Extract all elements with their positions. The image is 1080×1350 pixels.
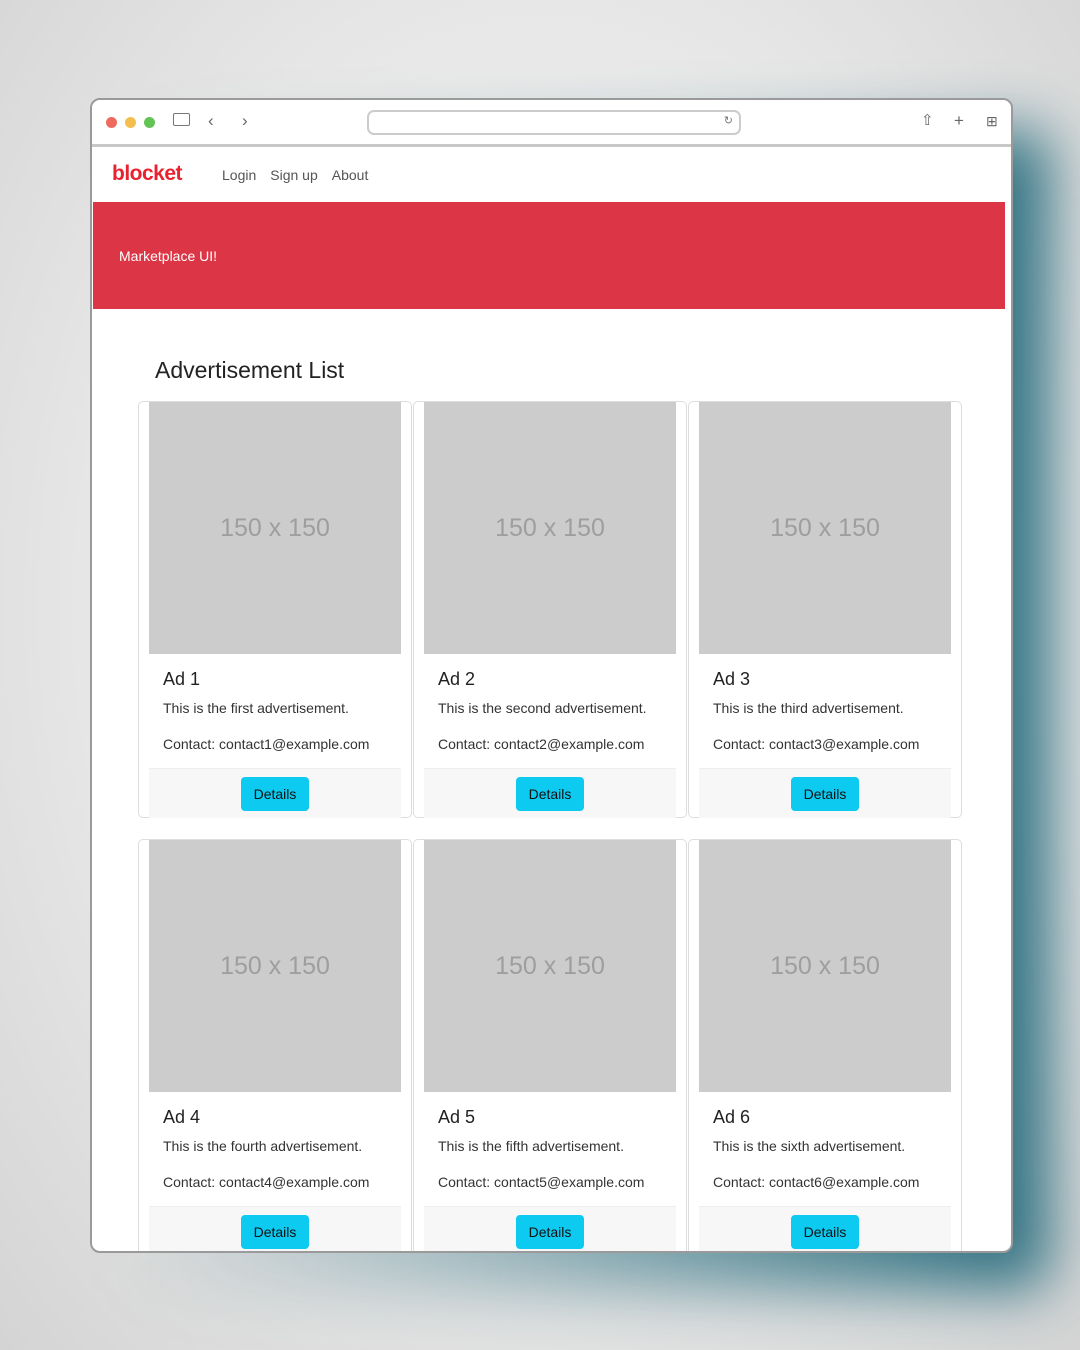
close-window-button[interactable] xyxy=(106,117,117,128)
ad-description: This is the first advertisement. xyxy=(163,700,349,716)
ad-description: This is the fourth advertisement. xyxy=(163,1138,363,1154)
ad-card: 150 x 150 Ad 6 This is the sixth adverti… xyxy=(688,839,962,1251)
ad-image-placeholder: 150 x 150 xyxy=(149,402,401,654)
tab-overview-icon[interactable]: ⊞ xyxy=(986,113,998,130)
placeholder-label: 150 x 150 xyxy=(770,513,880,542)
ad-contact: Contact: contact1@example.com xyxy=(163,736,370,752)
forward-icon[interactable]: › xyxy=(242,111,248,131)
ad-contact: Contact: contact2@example.com xyxy=(438,736,645,752)
ad-image-placeholder: 150 x 150 xyxy=(424,402,676,654)
minimize-window-button[interactable] xyxy=(125,117,136,128)
ad-contact: Contact: contact6@example.com xyxy=(713,1174,920,1190)
nav-signup[interactable]: Sign up xyxy=(270,167,317,183)
card-footer: Details xyxy=(699,1206,951,1251)
navbar: blocket Login Sign up About xyxy=(93,149,1005,202)
placeholder-label: 150 x 150 xyxy=(220,513,330,542)
ad-title: Ad 1 xyxy=(163,669,201,689)
ad-contact: Contact: contact5@example.com xyxy=(438,1174,645,1190)
placeholder-label: 150 x 150 xyxy=(495,951,605,980)
ad-image-placeholder: 150 x 150 xyxy=(699,840,951,1092)
details-button[interactable]: Details xyxy=(241,777,309,811)
page-content: blocket Login Sign up About Marketplace … xyxy=(93,149,1005,1251)
details-button[interactable]: Details xyxy=(791,1215,859,1249)
ad-description: This is the third advertisement. xyxy=(713,700,904,716)
card-footer: Details xyxy=(424,1206,676,1251)
placeholder-label: 150 x 150 xyxy=(220,951,330,980)
browser-toolbar: ‹ › ↻ ⇧ + ⊞ xyxy=(92,100,1011,147)
ad-image-placeholder: 150 x 150 xyxy=(149,840,401,1092)
placeholder-label: 150 x 150 xyxy=(495,513,605,542)
ad-contact: Contact: contact3@example.com xyxy=(713,736,920,752)
share-icon[interactable]: ⇧ xyxy=(921,111,934,129)
ad-card: 150 x 150 Ad 2 This is the second advert… xyxy=(413,401,687,818)
address-bar[interactable]: ↻ xyxy=(367,110,741,135)
ad-description: This is the second advertisement. xyxy=(438,700,647,716)
page-title: Advertisement List xyxy=(155,357,345,383)
placeholder-label: 150 x 150 xyxy=(770,951,880,980)
ad-contact: Contact: contact4@example.com xyxy=(163,1174,370,1190)
ad-card: 150 x 150 Ad 1 This is the first adverti… xyxy=(138,401,412,818)
maximize-window-button[interactable] xyxy=(144,117,155,128)
ad-image-placeholder: 150 x 150 xyxy=(699,402,951,654)
new-tab-icon[interactable]: + xyxy=(954,111,964,131)
card-footer: Details xyxy=(149,1206,401,1251)
reload-icon[interactable]: ↻ xyxy=(724,114,733,127)
browser-window: ‹ › ↻ ⇧ + ⊞ blocket Login Sign up About … xyxy=(90,98,1013,1253)
back-icon[interactable]: ‹ xyxy=(208,111,214,131)
ad-description: This is the sixth advertisement. xyxy=(713,1138,906,1154)
details-button[interactable]: Details xyxy=(241,1215,309,1249)
ad-card: 150 x 150 Ad 4 This is the fourth advert… xyxy=(138,839,412,1251)
nav-login[interactable]: Login xyxy=(222,167,256,183)
ad-image-placeholder: 150 x 150 xyxy=(424,840,676,1092)
hero-text: Marketplace UI! xyxy=(119,248,218,264)
details-button[interactable]: Details xyxy=(516,777,584,811)
ad-title: Ad 5 xyxy=(438,1107,476,1127)
details-button[interactable]: Details xyxy=(791,777,859,811)
ad-description: This is the fifth advertisement. xyxy=(438,1138,624,1154)
brand-logo[interactable]: blocket xyxy=(112,162,183,186)
card-footer: Details xyxy=(149,768,401,818)
ad-title: Ad 3 xyxy=(713,669,751,689)
ad-title: Ad 4 xyxy=(163,1107,201,1127)
sidebar-icon[interactable] xyxy=(173,113,190,126)
ad-title: Ad 2 xyxy=(438,669,476,689)
ad-card: 150 x 150 Ad 5 This is the fifth adverti… xyxy=(413,839,687,1251)
card-footer: Details xyxy=(699,768,951,818)
nav-about[interactable]: About xyxy=(332,167,369,183)
card-footer: Details xyxy=(424,768,676,818)
ad-title: Ad 6 xyxy=(713,1107,751,1127)
details-button[interactable]: Details xyxy=(516,1215,584,1249)
ad-card: 150 x 150 Ad 3 This is the third adverti… xyxy=(688,401,962,818)
hero-banner: Marketplace UI! xyxy=(93,202,1005,309)
